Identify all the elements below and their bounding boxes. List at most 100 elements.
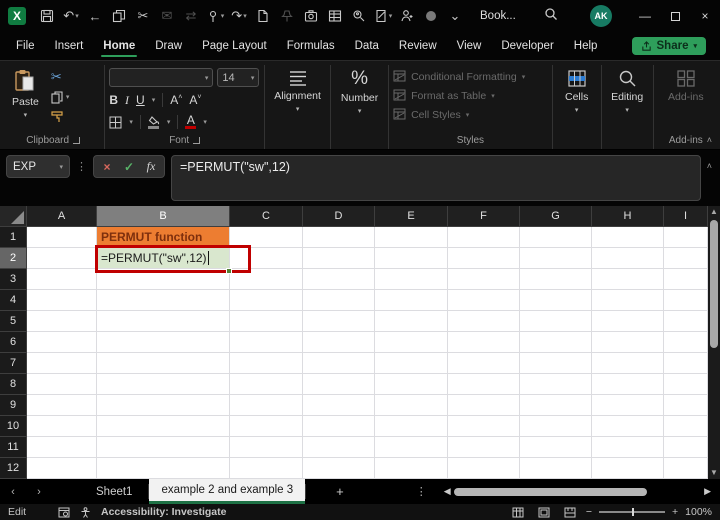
cells-button[interactable]: Cells ▾ — [559, 65, 594, 114]
cell-G11[interactable] — [520, 437, 592, 458]
cell-B2[interactable]: =PERMUT("sw",12) — [97, 248, 230, 269]
cell-C11[interactable] — [230, 437, 303, 458]
cell-C9[interactable] — [230, 395, 303, 416]
tab-bar-menu-icon[interactable]: ⋮ — [416, 485, 427, 498]
cell-E1[interactable] — [375, 227, 448, 248]
cell-C1[interactable] — [230, 227, 303, 248]
cell-D3[interactable] — [303, 269, 375, 290]
insert-function-icon[interactable]: fx — [141, 157, 161, 176]
excel-logo-icon[interactable]: X — [8, 7, 26, 25]
cell-D2[interactable] — [303, 248, 375, 269]
cell-A7[interactable] — [27, 353, 97, 374]
cell-G1[interactable] — [520, 227, 592, 248]
cell-F12[interactable] — [448, 458, 520, 479]
cell-A4[interactable] — [27, 290, 97, 311]
mail-icon[interactable]: ✉ — [156, 5, 178, 27]
cell-B3[interactable] — [97, 269, 230, 290]
cell-B5[interactable] — [97, 311, 230, 332]
cell-E5[interactable] — [375, 311, 448, 332]
back-arrow-icon[interactable]: ← — [84, 5, 106, 27]
cell-B11[interactable] — [97, 437, 230, 458]
menu-tab-file[interactable]: File — [6, 35, 45, 58]
column-header-G[interactable]: G — [520, 206, 592, 227]
cell-A10[interactable] — [27, 416, 97, 437]
cell-D1[interactable] — [303, 227, 375, 248]
underline-button[interactable]: U — [136, 93, 145, 107]
number-button[interactable]: % Number ▾ — [335, 65, 384, 116]
cell-H1[interactable] — [592, 227, 664, 248]
cell-G3[interactable] — [520, 269, 592, 290]
cell-A8[interactable] — [27, 374, 97, 395]
cell-C6[interactable] — [230, 332, 303, 353]
row-header-8[interactable]: 8 — [0, 374, 27, 395]
cell-I1[interactable] — [664, 227, 708, 248]
cell-D4[interactable] — [303, 290, 375, 311]
cell-I10[interactable] — [664, 416, 708, 437]
copy-icon[interactable] — [108, 5, 130, 27]
cell-D10[interactable] — [303, 416, 375, 437]
normal-view-icon[interactable] — [512, 507, 524, 518]
vertical-scroll-thumb[interactable] — [710, 220, 718, 348]
cell-C12[interactable] — [230, 458, 303, 479]
clipboard-dialog-launcher[interactable] — [73, 137, 81, 144]
cell-G6[interactable] — [520, 332, 592, 353]
cell-E7[interactable] — [375, 353, 448, 374]
minimize-button[interactable]: — — [630, 0, 660, 32]
column-header-I[interactable]: I — [664, 206, 708, 227]
column-header-C[interactable]: C — [230, 206, 303, 227]
cell-G9[interactable] — [520, 395, 592, 416]
undo-icon[interactable]: ↶ ▾ — [60, 5, 82, 27]
redo-icon[interactable]: ↷ ▾ — [228, 5, 250, 27]
cell-E10[interactable] — [375, 416, 448, 437]
cell-I8[interactable] — [664, 374, 708, 395]
row-header-12[interactable]: 12 — [0, 458, 27, 479]
decrease-font-button[interactable]: A˅ — [189, 93, 201, 107]
select-all-corner[interactable] — [0, 206, 27, 227]
styles-item-cell-styles[interactable]: Cell Styles ▾ — [393, 107, 525, 123]
ribbon-options-icon[interactable]: ⌄ — [444, 5, 466, 27]
workbook-icon[interactable] — [324, 5, 346, 27]
cell-E6[interactable] — [375, 332, 448, 353]
cell-G5[interactable] — [520, 311, 592, 332]
cell-H11[interactable] — [592, 437, 664, 458]
borders-icon[interactable] — [109, 116, 122, 129]
scroll-right-icon[interactable]: ▶ — [701, 486, 714, 497]
row-header-9[interactable]: 9 — [0, 395, 27, 416]
cell-D12[interactable] — [303, 458, 375, 479]
row-header-7[interactable]: 7 — [0, 353, 27, 374]
zoom-slider[interactable] — [599, 508, 665, 516]
font-dialog-launcher[interactable] — [193, 137, 201, 144]
camera-icon[interactable] — [300, 5, 322, 27]
cell-C2[interactable] — [230, 248, 303, 269]
row-header-1[interactable]: 1 — [0, 227, 27, 248]
pin-icon[interactable] — [276, 5, 298, 27]
menu-tab-developer[interactable]: Developer — [491, 35, 563, 58]
styles-item-conditional-formatting[interactable]: Conditional Formatting ▾ — [393, 69, 525, 85]
copy-button[interactable]: ▾ — [51, 89, 69, 105]
sheet-prev-icon[interactable]: ‹ — [0, 486, 26, 498]
cell-F2[interactable] — [448, 248, 520, 269]
cell-I4[interactable] — [664, 290, 708, 311]
share-button[interactable]: Share ▾ — [631, 37, 706, 55]
cut-button[interactable]: ✂ — [51, 69, 70, 85]
cell-B9[interactable] — [97, 395, 230, 416]
menu-tab-review[interactable]: Review — [389, 35, 447, 58]
vertical-scrollbar[interactable]: ▲ ▼ — [708, 206, 720, 479]
person-add-icon[interactable] — [396, 5, 418, 27]
cell-D5[interactable] — [303, 311, 375, 332]
cell-F10[interactable] — [448, 416, 520, 437]
cell-E11[interactable] — [375, 437, 448, 458]
enter-icon[interactable]: ✓ — [119, 157, 139, 176]
row-header-2[interactable]: 2 — [0, 248, 27, 269]
cancel-icon[interactable]: × — [97, 157, 117, 176]
cell-A6[interactable] — [27, 332, 97, 353]
font-color-button[interactable]: A — [185, 114, 197, 129]
sheet-tab-example-2-and-example-3[interactable]: example 2 and example 3 — [149, 479, 306, 504]
cell-I3[interactable] — [664, 269, 708, 290]
horizontal-scrollbar[interactable]: ◀ ▶ — [441, 486, 714, 497]
font-name-combo[interactable]: ▾ — [109, 68, 214, 87]
cell-A12[interactable] — [27, 458, 97, 479]
row-header-10[interactable]: 10 — [0, 416, 27, 437]
replace-icon[interactable]: ⇄ — [180, 5, 202, 27]
cell-F9[interactable] — [448, 395, 520, 416]
